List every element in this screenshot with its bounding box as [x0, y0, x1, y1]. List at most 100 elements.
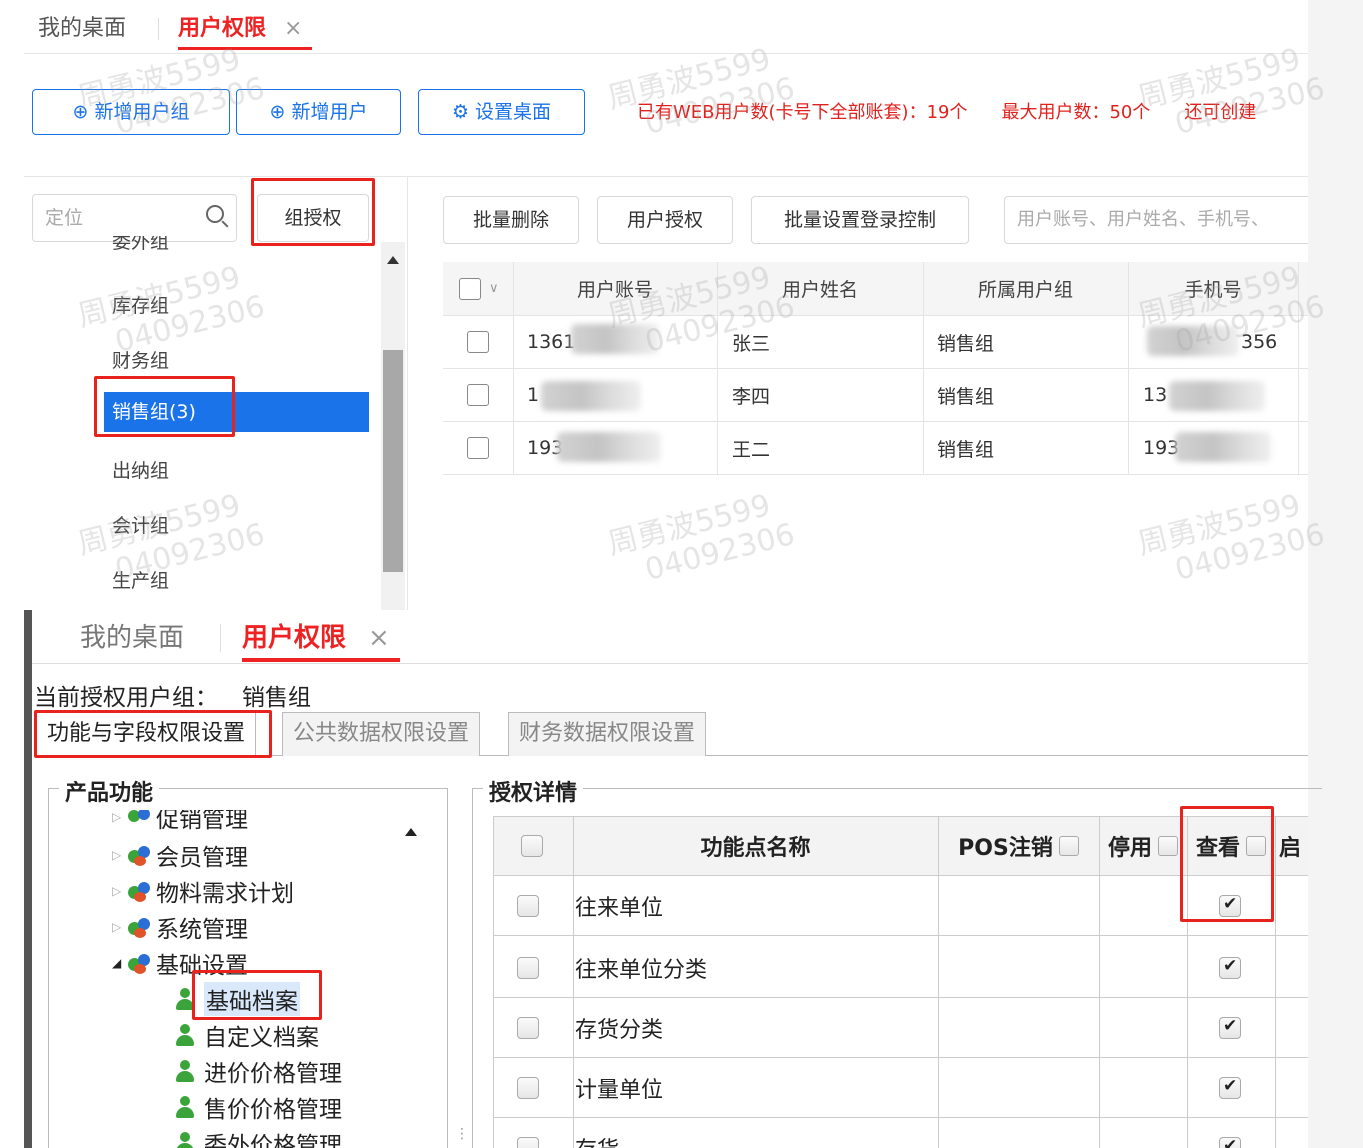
group-item[interactable]: 财务组: [112, 346, 169, 373]
group-list-scrollbar[interactable]: [381, 242, 405, 610]
column-divider: [938, 816, 939, 1148]
tree-node-member[interactable]: ▷ 会员管理: [112, 838, 248, 872]
collapse-arrow-icon[interactable]: ◢: [112, 956, 128, 970]
disable-all-checkbox[interactable]: [1158, 836, 1178, 856]
tree-node-promotion[interactable]: ▷ 促销管理: [112, 810, 248, 832]
user-group-icon: [128, 916, 152, 938]
group-item[interactable]: 委外组: [112, 236, 169, 258]
row-checkbox[interactable]: [467, 384, 489, 406]
table-row[interactable]: 计量单位: [493, 1058, 1308, 1118]
row-checkbox[interactable]: [517, 1016, 539, 1039]
view-checkbox[interactable]: [1219, 1136, 1241, 1148]
tab-function-field-permission[interactable]: 功能与字段权限设置: [36, 712, 257, 756]
group-item[interactable]: 生产组: [112, 566, 169, 593]
batch-login-control-button[interactable]: 批量设置登录控制: [751, 196, 969, 244]
tree-node-system[interactable]: ▷ 系统管理: [112, 910, 248, 944]
tree-scrollbar[interactable]: [395, 820, 427, 1148]
group-item-selected[interactable]: 销售组(3): [104, 392, 369, 432]
add-user-button[interactable]: ⊕ 新增用户: [236, 89, 401, 135]
add-user-group-button[interactable]: ⊕ 新增用户组: [32, 89, 230, 135]
tab-my-desktop[interactable]: 我的桌面: [80, 622, 184, 662]
tree-leaf-purchase-price[interactable]: 进价价格管理: [174, 1054, 342, 1088]
group-item[interactable]: 出纳组: [112, 456, 169, 483]
tree-leaf-basic-archive[interactable]: 基础档案: [174, 982, 300, 1016]
name-cell: 王二: [732, 438, 771, 461]
row-checkbox[interactable]: [517, 894, 539, 917]
user-permission-list-panel: 我的桌面 用户权限 × ⊕ 新增用户组 ⊕ 新增用户 ⚙ 设置桌面 已有WEB用户数(卡…: [0, 0, 1363, 610]
user-group-icon: [128, 880, 152, 902]
tree-leaf-sales-price[interactable]: 售价价格管理: [174, 1090, 342, 1124]
select-all-checkbox[interactable]: [459, 277, 481, 300]
user-auth-button[interactable]: 用户授权: [597, 196, 733, 244]
scroll-up-icon[interactable]: [387, 256, 399, 264]
row-checkbox-cell: [517, 1118, 539, 1148]
table-row[interactable]: 193 王二 销售组 193: [443, 422, 1308, 475]
column-divider: [1128, 262, 1129, 474]
group-authorization-panel: 我的桌面 用户权限 × 当前授权用户组： 销售组 功能与字段权限设置 公共数据权限设…: [0, 610, 1363, 1148]
watermark: 周勇波5599 04092306: [1134, 485, 1328, 595]
table-row[interactable]: 1361 张三 销售组 356: [443, 316, 1308, 369]
row-checkbox[interactable]: [467, 331, 489, 353]
chevron-down-icon[interactable]: ∨: [489, 281, 499, 296]
search-icon[interactable]: [206, 205, 224, 223]
tree-node-label: 进价价格管理: [204, 1061, 342, 1087]
tree-node-mrp[interactable]: ▷ 物料需求计划: [112, 874, 294, 908]
user-search-input[interactable]: 用户账号、用户姓名、手机号、: [1004, 196, 1308, 244]
group-auth-button[interactable]: 组授权: [257, 194, 369, 242]
expand-arrow-icon[interactable]: ▷: [112, 920, 128, 934]
column-divider: [923, 262, 924, 474]
tab-my-desktop[interactable]: 我的桌面: [38, 14, 126, 50]
group-item[interactable]: 库存组: [112, 291, 169, 318]
batch-delete-button[interactable]: 批量删除: [443, 196, 579, 244]
column-header-name[interactable]: 用户姓名: [717, 262, 923, 315]
expand-arrow-icon[interactable]: ▷: [112, 848, 128, 862]
watermark: 周勇波5599 04092306: [604, 485, 798, 595]
close-icon[interactable]: ×: [284, 16, 302, 41]
row-checkbox[interactable]: [467, 437, 489, 459]
row-checkbox[interactable]: [517, 956, 539, 979]
view-checkbox[interactable]: [1219, 1016, 1241, 1039]
group-item[interactable]: 会计组: [112, 511, 169, 538]
view-checkbox[interactable]: [1219, 956, 1241, 979]
account-cell: 1: [527, 384, 540, 406]
column-header-enable: 启: [1279, 836, 1302, 861]
expand-arrow-icon[interactable]: ▷: [112, 884, 128, 898]
view-checkbox[interactable]: [1219, 1076, 1241, 1099]
tab-finance-data-permission[interactable]: 财务数据权限设置: [508, 712, 707, 756]
view-checkbox[interactable]: [1219, 894, 1241, 917]
column-divider: [573, 816, 574, 1148]
table-row[interactable]: 存货分类: [493, 998, 1308, 1058]
group-search-input[interactable]: 定位: [32, 194, 237, 242]
panel-splitter-handle[interactable]: ⋮: [455, 1126, 469, 1142]
select-all-checkbox[interactable]: [521, 835, 543, 857]
pos-cancel-all-checkbox[interactable]: [1058, 836, 1079, 856]
row-checkbox[interactable]: [517, 1076, 539, 1099]
tree-leaf-outsource-price[interactable]: 委外价格管理: [174, 1126, 342, 1148]
table-row[interactable]: 往来单位: [493, 876, 1308, 936]
expand-arrow-icon[interactable]: ▷: [112, 810, 128, 824]
tree-node-basic-settings[interactable]: ◢ 基础设置: [112, 946, 248, 980]
scrollbar-thumb[interactable]: [383, 350, 403, 572]
redacted-blur: [1147, 326, 1239, 356]
tab-user-permission[interactable]: 用户权限 ×: [178, 14, 313, 50]
column-header-group[interactable]: 所属用户组: [923, 262, 1128, 315]
function-name-cell: 存货: [575, 1118, 619, 1148]
redacted-blur: [557, 432, 661, 462]
close-icon[interactable]: ×: [368, 623, 390, 653]
button-label: 设置桌面: [475, 101, 552, 123]
column-header-account[interactable]: 用户账号: [513, 262, 717, 315]
plus-circle-icon: ⊕: [269, 101, 286, 123]
current-group-value: 销售组: [242, 685, 311, 711]
view-all-checkbox[interactable]: [1246, 836, 1266, 856]
tab-user-permission[interactable]: 用户权限 ×: [242, 622, 400, 662]
tree-leaf-custom-archive[interactable]: 自定义档案: [174, 1018, 319, 1052]
row-checkbox[interactable]: [517, 1137, 539, 1148]
table-row[interactable]: 存货: [493, 1118, 1308, 1148]
tab-public-data-permission[interactable]: 公共数据权限设置: [282, 712, 481, 756]
table-row[interactable]: 1 李四 销售组 13: [443, 369, 1308, 422]
table-row[interactable]: 往来单位分类: [493, 938, 1308, 998]
scroll-up-icon[interactable]: [405, 828, 417, 836]
column-header-phone[interactable]: 手机号: [1128, 262, 1298, 315]
user-icon: [174, 1023, 196, 1047]
set-desktop-button[interactable]: ⚙ 设置桌面: [418, 89, 585, 135]
